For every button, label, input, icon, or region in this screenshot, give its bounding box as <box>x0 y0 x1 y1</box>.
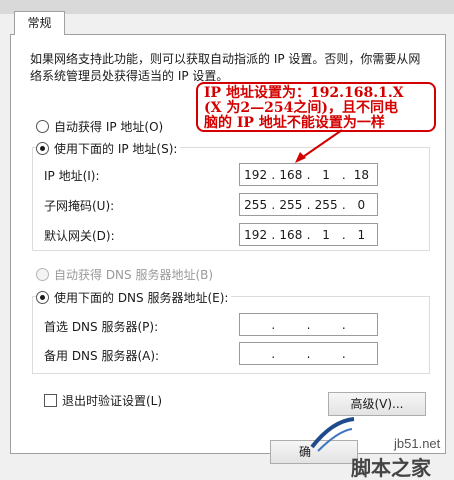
validate-settings-checkbox[interactable]: 退出时验证设置(L) <box>44 391 162 409</box>
dns-auto-radio-circle[interactable] <box>36 267 49 281</box>
mask-octet-1: 255 <box>244 197 268 212</box>
advanced-button[interactable]: 高级(V)... <box>328 392 426 416</box>
gw-octet-2: 168 <box>279 227 303 242</box>
preferred-dns-input[interactable]: . . . <box>239 313 378 336</box>
gateway-label: 默认网关(D): <box>44 229 115 243</box>
validate-checkbox-box[interactable] <box>44 393 57 407</box>
watermark-site: jb51.net <box>394 436 441 451</box>
watermark-name: 脚本之家 <box>351 458 431 480</box>
alternate-dns-input[interactable]: . . . <box>239 342 378 365</box>
dns-manual-radio[interactable]: 使用下面的 DNS 服务器地址(E): <box>36 288 232 306</box>
ip-auto-radio-circle[interactable] <box>36 119 49 133</box>
annotation-line-1: IP 地址设置为：192.168.1.X <box>204 85 404 101</box>
description-text: 如果网络支持此功能，则可以获取自动指派的 IP 设置。否则，你需要从网络系统管理… <box>30 52 421 83</box>
dns-manual-label: 使用下面的 DNS 服务器地址(E): <box>54 290 229 305</box>
gw-octet-3: 1 <box>322 227 330 242</box>
watermark-swoosh-icon <box>310 417 355 452</box>
ip-manual-radio[interactable]: 使用下面的 IP 地址(S): <box>36 139 181 157</box>
gw-octet-4: 1 <box>357 227 366 242</box>
subnet-mask-input[interactable]: 255. 255. 255. 0 <box>239 193 378 216</box>
gw-octet-1: 192 <box>244 227 268 242</box>
mask-octet-4: 0 <box>357 197 366 212</box>
tab-general[interactable]: 常规 <box>14 11 65 35</box>
window-top-strip <box>0 0 454 14</box>
subnet-mask-label: 子网掩码(U): <box>44 199 115 213</box>
ip-auto-radio[interactable]: 自动获得 IP 地址(O) <box>36 117 163 135</box>
mask-octet-2: 255 <box>279 197 303 212</box>
mask-octet-3: 255 <box>314 197 338 212</box>
ip-auto-label: 自动获得 IP 地址(O) <box>54 119 164 134</box>
ip-address-label: IP 地址(I): <box>44 169 100 183</box>
dns-auto-radio[interactable]: 自动获得 DNS 服务器地址(B) <box>36 265 213 283</box>
alternate-dns-label: 备用 DNS 服务器(A): <box>44 349 160 363</box>
ip-manual-radio-circle[interactable] <box>36 141 49 155</box>
validate-settings-label: 退出时验证设置(L) <box>62 393 163 408</box>
annotation-line-2: (X 为2—254之间)，且不同电 <box>204 100 398 116</box>
dns-auto-label: 自动获得 DNS 服务器地址(B) <box>54 267 214 282</box>
gateway-input[interactable]: 192. 168. 1. 1 <box>239 223 378 246</box>
preferred-dns-label: 首选 DNS 服务器(P): <box>44 320 159 334</box>
ip-manual-label: 使用下面的 IP 地址(S): <box>54 141 178 156</box>
annotation-arrow <box>295 129 343 163</box>
dns-manual-radio-circle[interactable] <box>36 290 49 304</box>
